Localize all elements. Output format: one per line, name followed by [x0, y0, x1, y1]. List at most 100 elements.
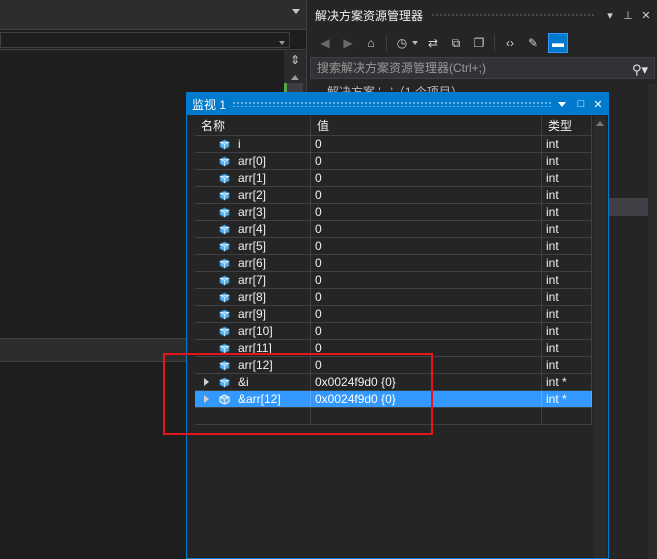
watch-value-cell[interactable]: 0 — [311, 221, 542, 237]
chevron-down-icon[interactable] — [412, 41, 418, 45]
watch-value-cell[interactable]: 0 — [311, 170, 542, 186]
watch-value-cell[interactable]: 0 — [311, 272, 542, 288]
watch-name-cell[interactable]: arr[8] — [195, 289, 311, 305]
watch-type-cell: int — [542, 204, 592, 220]
watch-value-cell[interactable]: 0 — [311, 255, 542, 271]
toolbar-separator — [494, 35, 495, 51]
watch-type-cell: int — [542, 187, 592, 203]
watch-type-cell: int — [542, 340, 592, 356]
watch-titlebar[interactable]: 监视 1 □ ✕ — [187, 93, 608, 115]
watch-type-cell: int — [542, 221, 592, 237]
watch-name-cell[interactable]: arr[1] — [195, 170, 311, 186]
preview-selected-icon[interactable]: ▬ — [548, 33, 568, 53]
scroll-up-icon[interactable] — [596, 121, 604, 126]
chevron-down-icon — [279, 41, 285, 45]
show-all-files-icon[interactable]: ❐ — [471, 35, 487, 51]
variable-icon — [219, 155, 230, 167]
watch-row[interactable]: arr[6] 0 int — [195, 255, 592, 272]
watch-value-cell[interactable]: 0 — [311, 306, 542, 322]
watch-name-cell[interactable]: arr[10] — [195, 323, 311, 339]
watch-variable-name: arr[0] — [238, 154, 267, 168]
split-view-icon[interactable]: ⇕ — [289, 53, 301, 67]
solution-explorer-scrollbar[interactable] — [648, 84, 657, 559]
watch-name-cell[interactable]: arr[4] — [195, 221, 311, 237]
watch-row[interactable]: arr[8] 0 int — [195, 289, 592, 306]
watch-value-cell[interactable]: 0 — [311, 153, 542, 169]
chevron-down-icon[interactable] — [558, 101, 566, 107]
search-icon[interactable]: ⚲▾ — [632, 60, 648, 80]
watch-name-cell[interactable]: arr[3] — [195, 204, 311, 220]
properties-wrench-icon[interactable]: ✎ — [525, 35, 541, 51]
watch-row[interactable]: arr[0] 0 int — [195, 153, 592, 170]
variable-icon — [219, 257, 230, 269]
watch-name-cell[interactable]: arr[5] — [195, 238, 311, 254]
watch-variable-name: arr[2] — [238, 188, 267, 202]
watch-row[interactable]: arr[10] 0 int — [195, 323, 592, 340]
column-header-name[interactable]: 名称 — [195, 116, 311, 135]
grid-header: 名称 值 类型 — [195, 116, 592, 136]
watch-row[interactable]: arr[9] 0 int — [195, 306, 592, 323]
watch-value-cell[interactable]: 0 — [311, 136, 542, 152]
watch-variable-name: arr[5] — [238, 239, 267, 253]
maximize-icon[interactable]: □ — [574, 98, 588, 110]
watch-row[interactable]: i 0 int — [195, 136, 592, 153]
watch-name-cell[interactable]: arr[0] — [195, 153, 311, 169]
chevron-down-icon[interactable] — [292, 9, 300, 14]
watch-name-cell[interactable]: arr[9] — [195, 306, 311, 322]
forward-icon[interactable]: ▶ — [340, 35, 356, 51]
variable-icon — [219, 172, 230, 184]
back-icon[interactable]: ◀ — [317, 35, 333, 51]
watch-row[interactable]: arr[5] 0 int — [195, 238, 592, 255]
view-code-icon[interactable]: ‹› — [502, 35, 518, 51]
close-icon[interactable]: ✕ — [591, 98, 605, 111]
titlebar-grip[interactable] — [431, 12, 595, 18]
collapse-all-icon[interactable]: ⧉ — [448, 35, 464, 51]
watch-value-cell[interactable]: 0 — [311, 238, 542, 254]
watch-name-cell[interactable]: arr[6] — [195, 255, 311, 271]
watch-name-cell[interactable]: i — [195, 136, 311, 152]
variable-icon — [219, 206, 230, 218]
watch-value-cell[interactable]: 0 — [311, 204, 542, 220]
watch-title: 监视 1 — [192, 97, 227, 112]
column-header-value[interactable]: 值 — [311, 116, 542, 135]
member-dropdown[interactable] — [0, 32, 290, 48]
pin-icon[interactable]: ⊥ — [621, 9, 635, 22]
watch-variable-name: arr[9] — [238, 307, 267, 321]
solution-search-input[interactable]: 搜索解决方案资源管理器(Ctrl+;) ⚲▾ — [310, 57, 655, 79]
watch-window: 监视 1 □ ✕ 名称 值 类型 i 0 int arr[0] 0 int ar… — [186, 92, 609, 559]
watch-value-cell[interactable]: 0 — [311, 187, 542, 203]
dropdown-icon[interactable]: ▾ — [603, 9, 617, 22]
watch-row[interactable]: arr[1] 0 int — [195, 170, 592, 187]
watch-type-cell: int — [542, 238, 592, 254]
watch-row[interactable]: arr[4] 0 int — [195, 221, 592, 238]
watch-type-cell: int — [542, 170, 592, 186]
watch-name-cell[interactable]: arr[2] — [195, 187, 311, 203]
pending-changes-icon[interactable]: ◷ — [394, 35, 410, 51]
watch-variable-name: arr[3] — [238, 205, 267, 219]
sync-icon[interactable]: ⇄ — [425, 35, 441, 51]
watch-name-cell[interactable]: arr[7] — [195, 272, 311, 288]
close-icon[interactable]: ✕ — [639, 9, 653, 22]
home-icon[interactable]: ⌂ — [363, 35, 379, 51]
watch-type-cell: int — [542, 289, 592, 305]
watch-row[interactable]: arr[3] 0 int — [195, 204, 592, 221]
watch-scrollbar[interactable] — [594, 116, 606, 558]
titlebar-grip[interactable] — [232, 101, 552, 107]
watch-value-cell[interactable]: 0 — [311, 289, 542, 305]
scroll-up-icon[interactable] — [291, 75, 299, 80]
empty-type-cell — [542, 408, 592, 424]
search-placeholder: 搜索解决方案资源管理器(Ctrl+;) — [317, 61, 486, 75]
column-header-type[interactable]: 类型 — [542, 116, 592, 135]
watch-row[interactable]: arr[7] 0 int — [195, 272, 592, 289]
variable-icon — [219, 308, 230, 320]
watch-value-cell[interactable]: 0 — [311, 323, 542, 339]
watch-row[interactable]: arr[2] 0 int — [195, 187, 592, 204]
watch-variable-name: arr[6] — [238, 256, 267, 270]
